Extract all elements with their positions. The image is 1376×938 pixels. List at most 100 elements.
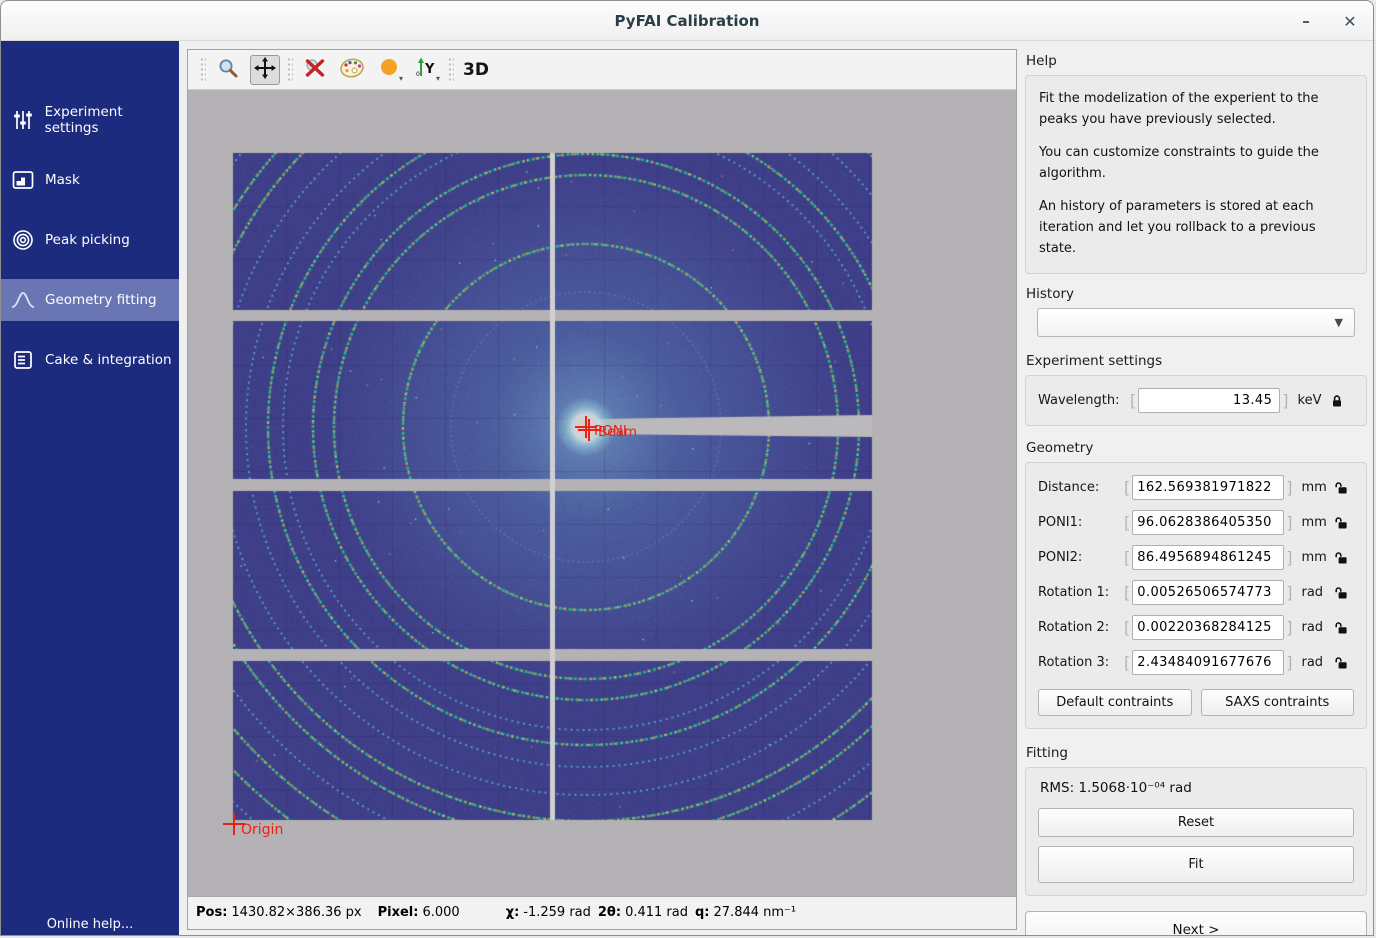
reset-button[interactable]: Reset: [1038, 808, 1354, 837]
bracket-left: [: [1124, 653, 1130, 672]
title-bar: PyFAI Calibration – ✕: [1, 1, 1373, 41]
gaussian-peak-icon: [10, 289, 36, 311]
poni2-row: PONI2: [ ] mm: [1038, 545, 1354, 570]
help-paragraph: An history of parameters is stored at ea…: [1039, 196, 1353, 259]
sidebar-item-label: Cake & integration: [45, 352, 172, 368]
rotation1-input[interactable]: [1132, 580, 1284, 605]
lock-closed-icon[interactable]: [1330, 394, 1344, 408]
distance-input[interactable]: [1132, 475, 1284, 500]
lock-open-icon[interactable]: [1334, 516, 1348, 530]
fit-button[interactable]: Fit: [1038, 846, 1354, 883]
online-help-link[interactable]: Online help...: [1, 917, 179, 932]
origin-marker-label: Origin: [241, 822, 283, 838]
color-dot-button[interactable]: ▾: [374, 55, 404, 85]
bracket-right: ]: [1286, 583, 1292, 602]
poni-marker-label: PONI: [594, 423, 627, 439]
lock-open-icon[interactable]: [1334, 551, 1348, 565]
rotation2-row: Rotation 2: [ ] rad: [1038, 615, 1354, 640]
help-box: Fit the modelization of the experient to…: [1025, 75, 1367, 274]
toolbar-handle: [287, 57, 293, 83]
chevron-down-icon: ▼: [1335, 316, 1343, 329]
lock-open-icon[interactable]: [1334, 586, 1348, 600]
q-value: 27.844 nm⁻¹: [714, 905, 797, 920]
field-unit: rad: [1302, 585, 1332, 600]
next-button[interactable]: Next >: [1025, 911, 1367, 936]
sidebar-item-geometry-fitting[interactable]: Geometry fitting: [1, 279, 179, 321]
sidebar-item-label: Mask: [45, 172, 80, 188]
fitting-section-title: Fitting: [1026, 745, 1367, 761]
history-dropdown[interactable]: ▼: [1037, 308, 1355, 337]
bracket-right: ]: [1286, 618, 1292, 637]
sidebar-item-label: Experiment settings: [45, 104, 179, 136]
sidebar: Experiment settings Mask Peak picking Ge…: [1, 41, 179, 936]
sidebar-item-experiment-settings[interactable]: Experiment settings: [1, 99, 179, 141]
poni2-input[interactable]: [1132, 545, 1284, 570]
saxs-constraints-button[interactable]: SAXS contraints: [1201, 689, 1355, 716]
help-section-title: Help: [1026, 53, 1367, 69]
wavelength-unit: keV: [1298, 393, 1328, 408]
bracket-left: [: [1124, 583, 1130, 602]
mask-image-icon: [10, 169, 36, 191]
app-window: PyFAI Calibration – ✕ Experiment setting…: [0, 0, 1374, 936]
toolbar-handle: [448, 57, 454, 83]
diffraction-image[interactable]: [188, 90, 1016, 897]
field-label: Distance:: [1038, 480, 1122, 495]
list-box-icon: [10, 349, 36, 371]
bracket-left: [: [1124, 478, 1130, 497]
sliders-icon: [10, 109, 36, 131]
sidebar-item-mask[interactable]: Mask: [1, 159, 179, 201]
sidebar-item-cake-integration[interactable]: Cake & integration: [1, 339, 179, 381]
3d-view-button[interactable]: 3D: [461, 55, 491, 85]
geometry-box: Distance: [ ] mm PONI1: [ ] mm PONI2:: [1025, 462, 1367, 729]
bracket-left: [: [1124, 513, 1130, 532]
colormap-button[interactable]: [337, 55, 367, 85]
rotation1-row: Rotation 1: [ ] rad: [1038, 580, 1354, 605]
window-title: PyFAI Calibration: [1, 1, 1373, 41]
bracket-left: [: [1130, 391, 1136, 410]
wavelength-input[interactable]: [1138, 388, 1280, 413]
rms-label: RMS:: [1040, 780, 1074, 796]
plot-toolbar: ▾ 0Y ▾ 3D: [188, 50, 1016, 89]
settings-panel: Help Fit the modelization of the experie…: [1025, 45, 1367, 936]
magnifier-icon: [217, 57, 239, 83]
chevron-down-icon: ▾: [399, 75, 403, 83]
field-label: Rotation 2:: [1038, 620, 1122, 635]
fitting-box: RMS: 1.5068·10⁻⁰⁴ rad Reset Fit: [1025, 767, 1367, 896]
experiment-settings-box: Wavelength: [ ] keV: [1025, 375, 1367, 426]
rotation3-input[interactable]: [1132, 650, 1284, 675]
experiment-section-title: Experiment settings: [1026, 353, 1367, 369]
rotation3-row: Rotation 3: [ ] rad: [1038, 650, 1354, 675]
zoom-tool-button[interactable]: [213, 55, 243, 85]
lock-open-icon[interactable]: [1334, 481, 1348, 495]
help-paragraph: You can customize constraints to guide t…: [1039, 142, 1353, 184]
svg-text:Y: Y: [424, 62, 435, 77]
detector-image-view[interactable]: Beam PONI Origin: [188, 89, 1016, 897]
bracket-right: ]: [1286, 653, 1292, 672]
rms-value: 1.5068·10⁻⁰⁴ rad: [1078, 780, 1191, 796]
y-axis-button[interactable]: 0Y ▾: [411, 55, 441, 85]
two-theta-label: 2θ:: [598, 905, 621, 920]
move-arrows-icon: [253, 56, 277, 84]
minimize-button[interactable]: –: [1291, 1, 1321, 41]
q-label: q:: [695, 905, 710, 920]
palette-icon: [339, 57, 365, 83]
sidebar-item-label: Peak picking: [45, 232, 130, 248]
remove-marker-button[interactable]: [300, 55, 330, 85]
help-paragraph: Fit the modelization of the experient to…: [1039, 88, 1353, 130]
rotation2-input[interactable]: [1132, 615, 1284, 640]
lock-open-icon[interactable]: [1334, 656, 1348, 670]
field-unit: rad: [1302, 620, 1332, 635]
poni1-input[interactable]: [1132, 510, 1284, 535]
svg-text:0: 0: [416, 71, 420, 78]
field-unit: mm: [1302, 550, 1332, 565]
close-button[interactable]: ✕: [1335, 1, 1365, 41]
pan-tool-button[interactable]: [250, 55, 280, 85]
default-constraints-button[interactable]: Default contraints: [1038, 689, 1192, 716]
bracket-right: ]: [1286, 548, 1292, 567]
lock-open-icon[interactable]: [1334, 621, 1348, 635]
distance-row: Distance: [ ] mm: [1038, 475, 1354, 500]
chi-label: χ:: [506, 905, 520, 920]
wavelength-label: Wavelength:: [1038, 393, 1128, 408]
sidebar-item-peak-picking[interactable]: Peak picking: [1, 219, 179, 261]
red-cross-icon: [303, 56, 327, 84]
